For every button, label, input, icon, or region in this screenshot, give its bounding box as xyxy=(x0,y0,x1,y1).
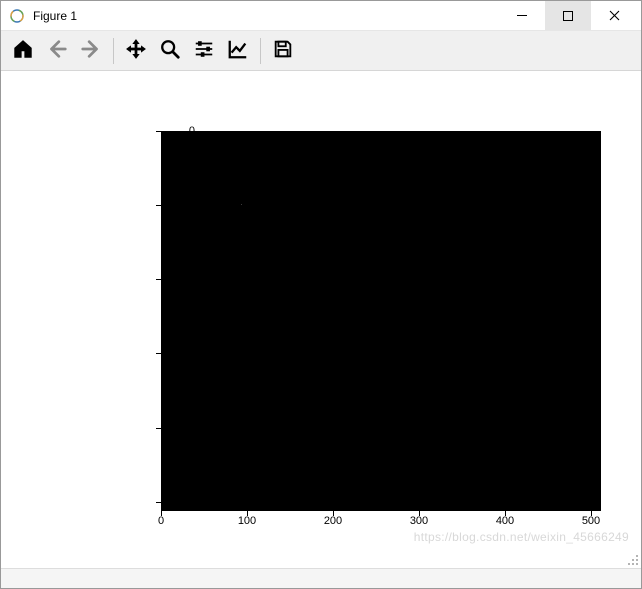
pixel-artifact xyxy=(241,204,242,205)
x-tick-label: 0 xyxy=(141,515,181,527)
image-plot xyxy=(161,131,601,511)
window-title: Figure 1 xyxy=(33,9,499,23)
watermark-text: https://blog.csdn.net/weixin_45666249 xyxy=(414,530,629,544)
sliders-icon xyxy=(193,38,215,63)
save-icon xyxy=(272,38,294,63)
resize-grip-icon[interactable] xyxy=(626,553,638,565)
chart-line-icon xyxy=(227,38,249,63)
axes xyxy=(161,131,601,511)
titlebar: Figure 1 xyxy=(1,1,641,31)
forward-button[interactable] xyxy=(75,35,107,67)
save-button[interactable] xyxy=(267,35,299,67)
pan-button[interactable] xyxy=(120,35,152,67)
arrow-right-icon xyxy=(80,38,102,63)
subplots-button[interactable] xyxy=(188,35,220,67)
y-tick-label: 300 xyxy=(135,347,195,359)
x-tick-label: 300 xyxy=(399,515,439,527)
move-icon xyxy=(125,38,147,63)
x-tick-label: 200 xyxy=(313,515,353,527)
x-tick-label: 400 xyxy=(485,515,525,527)
toolbar xyxy=(1,31,641,71)
y-tick-label: 400 xyxy=(135,422,195,434)
window-controls xyxy=(499,1,637,30)
statusbar xyxy=(1,568,641,588)
zoom-button[interactable] xyxy=(154,35,186,67)
y-tick-label: 100 xyxy=(135,199,195,211)
figure-canvas[interactable]: 0 100 200 300 400 500 0 100 200 300 400 … xyxy=(1,71,641,568)
arrow-left-icon xyxy=(46,38,68,63)
y-tick-label: 0 xyxy=(135,125,195,137)
app-icon xyxy=(9,8,25,24)
x-tick-label: 500 xyxy=(571,515,611,527)
close-button[interactable] xyxy=(591,1,637,30)
edit-axis-button[interactable] xyxy=(222,35,254,67)
maximize-button[interactable] xyxy=(545,1,591,30)
toolbar-separator xyxy=(113,38,114,64)
toolbar-separator xyxy=(260,38,261,64)
minimize-button[interactable] xyxy=(499,1,545,30)
home-icon xyxy=(12,38,34,63)
zoom-icon xyxy=(159,38,181,63)
x-tick-label: 100 xyxy=(227,515,267,527)
home-button[interactable] xyxy=(7,35,39,67)
y-tick-label: 500 xyxy=(135,496,195,508)
back-button[interactable] xyxy=(41,35,73,67)
y-tick-label: 200 xyxy=(135,273,195,285)
